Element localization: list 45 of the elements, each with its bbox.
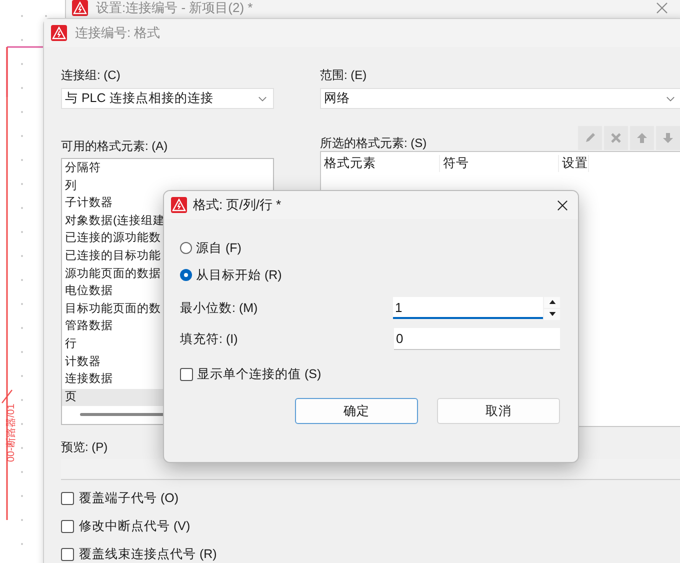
- list-label: 可用的格式元素: (A): [61, 138, 169, 154]
- checkbox-label: 修改中断点代号 (V): [79, 518, 190, 535]
- chevron-down-icon: [258, 96, 267, 102]
- warning-icon: [51, 25, 67, 41]
- spin-up-button[interactable]: [544, 296, 560, 308]
- caret-down-icon: [548, 312, 556, 316]
- field-label: 最小位数: (M): [180, 300, 258, 316]
- radio-button[interactable]: [180, 242, 192, 254]
- list-item[interactable]: 分隔符: [62, 160, 273, 178]
- arrow-down-icon: [662, 132, 674, 144]
- checkbox[interactable]: [180, 368, 193, 380]
- column-header[interactable]: 设置: [559, 154, 589, 172]
- cancel-button[interactable]: 取消: [437, 398, 560, 424]
- window-title: 设置:连接编号 - 新项目(2) *: [96, 0, 253, 17]
- table-label: 所选的格式元素: (S): [320, 135, 427, 151]
- caret-up-icon: [548, 300, 556, 304]
- fill-char-field[interactable]: 0: [394, 328, 560, 350]
- checkbox[interactable]: [61, 520, 74, 533]
- checkbox[interactable]: [61, 548, 74, 561]
- radio-button[interactable]: [180, 269, 192, 281]
- warning-icon: [171, 197, 187, 213]
- radio-label: 从目标开始 (R): [196, 266, 282, 284]
- chevron-down-icon: [666, 96, 675, 102]
- arrow-up-icon: [636, 132, 648, 144]
- checkbox[interactable]: [61, 492, 74, 505]
- column-header[interactable]: 符号: [440, 154, 559, 172]
- window-title: 连接编号: 格式: [75, 24, 160, 42]
- close-icon: [610, 132, 622, 144]
- field-label: 范围: (E): [320, 67, 368, 83]
- checkbox-label: 覆盖线束连接点代号 (R): [79, 546, 217, 563]
- min-digits-field[interactable]: 1: [393, 296, 543, 318]
- checkbox-label: 显示单个连接的值 (S): [197, 366, 322, 382]
- field-label: 连接组: (C): [61, 67, 122, 83]
- connection-group-dropdown[interactable]: 与 PLC 连接点相接的连接: [61, 88, 274, 109]
- spin-down-button[interactable]: [544, 308, 560, 320]
- column-header[interactable]: 格式元素: [321, 154, 440, 172]
- scope-dropdown[interactable]: 网络: [320, 88, 680, 109]
- dialog-title: 格式: 页/列/行 *: [193, 196, 282, 214]
- preview-label: 预览: (P): [61, 439, 109, 455]
- field-label: 填充符: (I): [180, 330, 238, 348]
- checkbox-label: 覆盖端子代号 (O): [79, 490, 179, 507]
- ok-button[interactable]: 确定: [295, 398, 418, 424]
- close-icon[interactable]: [557, 200, 568, 210]
- radio-label: 源自 (F): [196, 240, 242, 256]
- pencil-icon: [584, 132, 596, 144]
